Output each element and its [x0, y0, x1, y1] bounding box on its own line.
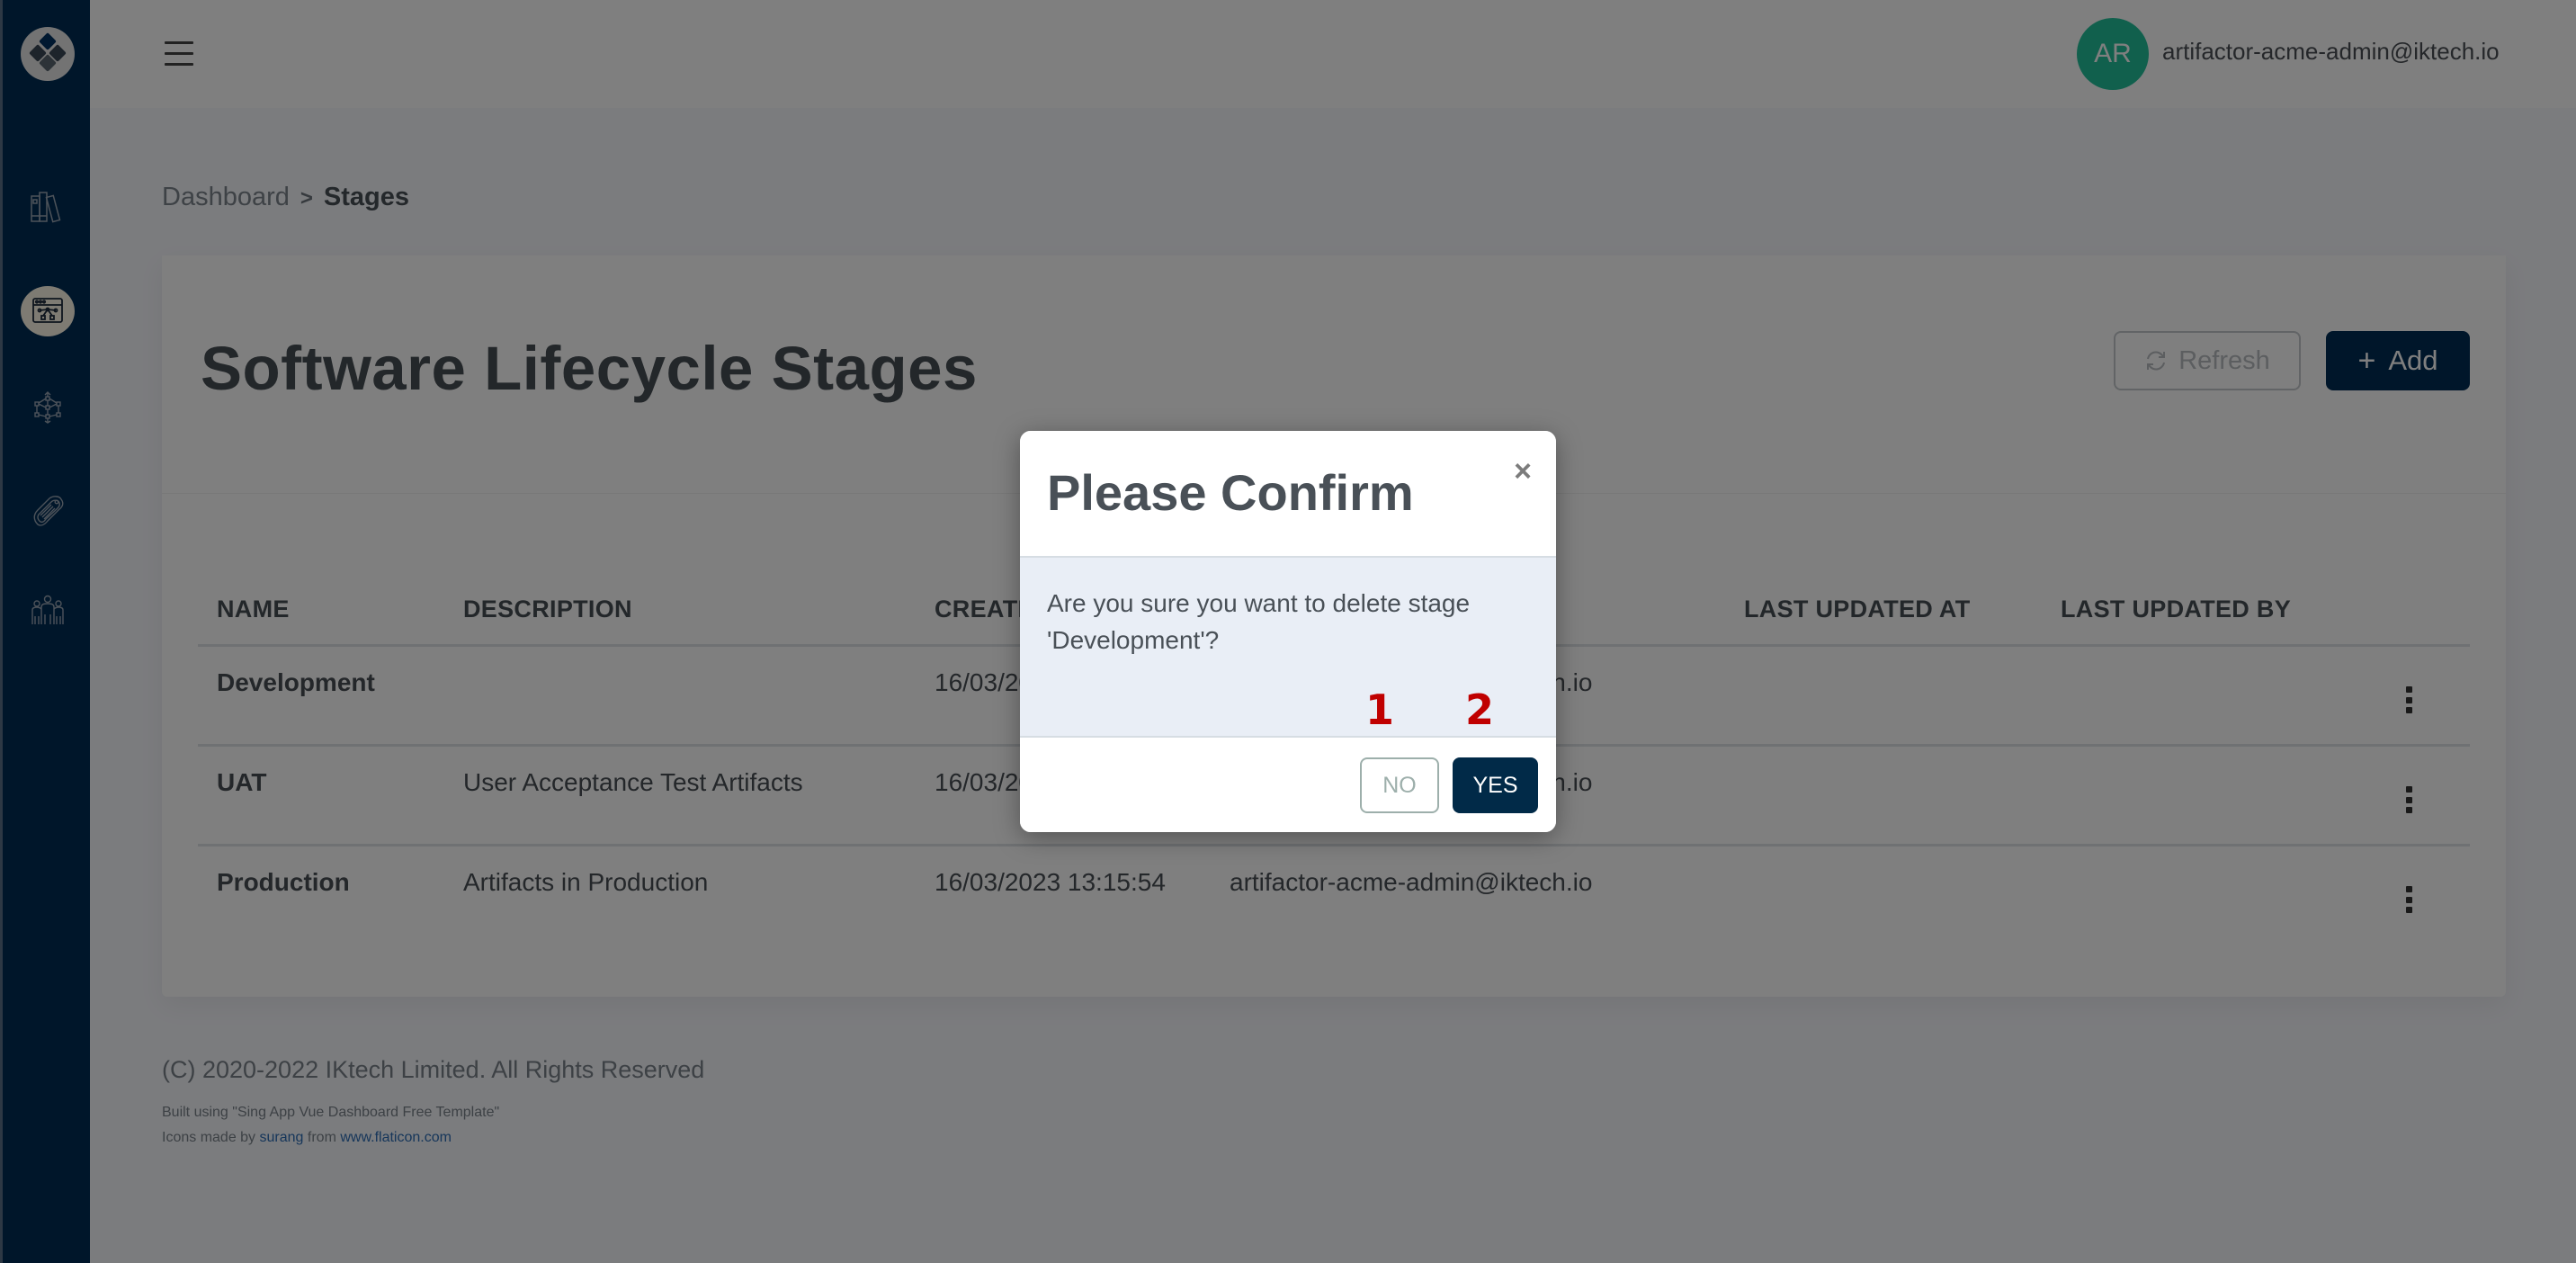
annotation-marker-2: 2 [1465, 685, 1495, 734]
dialog-header: Please Confirm × [1020, 431, 1556, 558]
no-button[interactable]: NO [1360, 757, 1439, 813]
yes-button[interactable]: YES [1453, 757, 1538, 813]
annotation-marker-1: 1 [1365, 685, 1395, 734]
dialog-title: Please Confirm [1047, 464, 1414, 521]
dialog-footer: NO YES [1020, 736, 1556, 832]
dialog-message: Are you sure you want to delete stage 'D… [1047, 589, 1471, 654]
confirm-dialog: Please Confirm × Are you sure you want t… [1020, 431, 1556, 832]
close-icon[interactable]: × [1509, 456, 1536, 487]
